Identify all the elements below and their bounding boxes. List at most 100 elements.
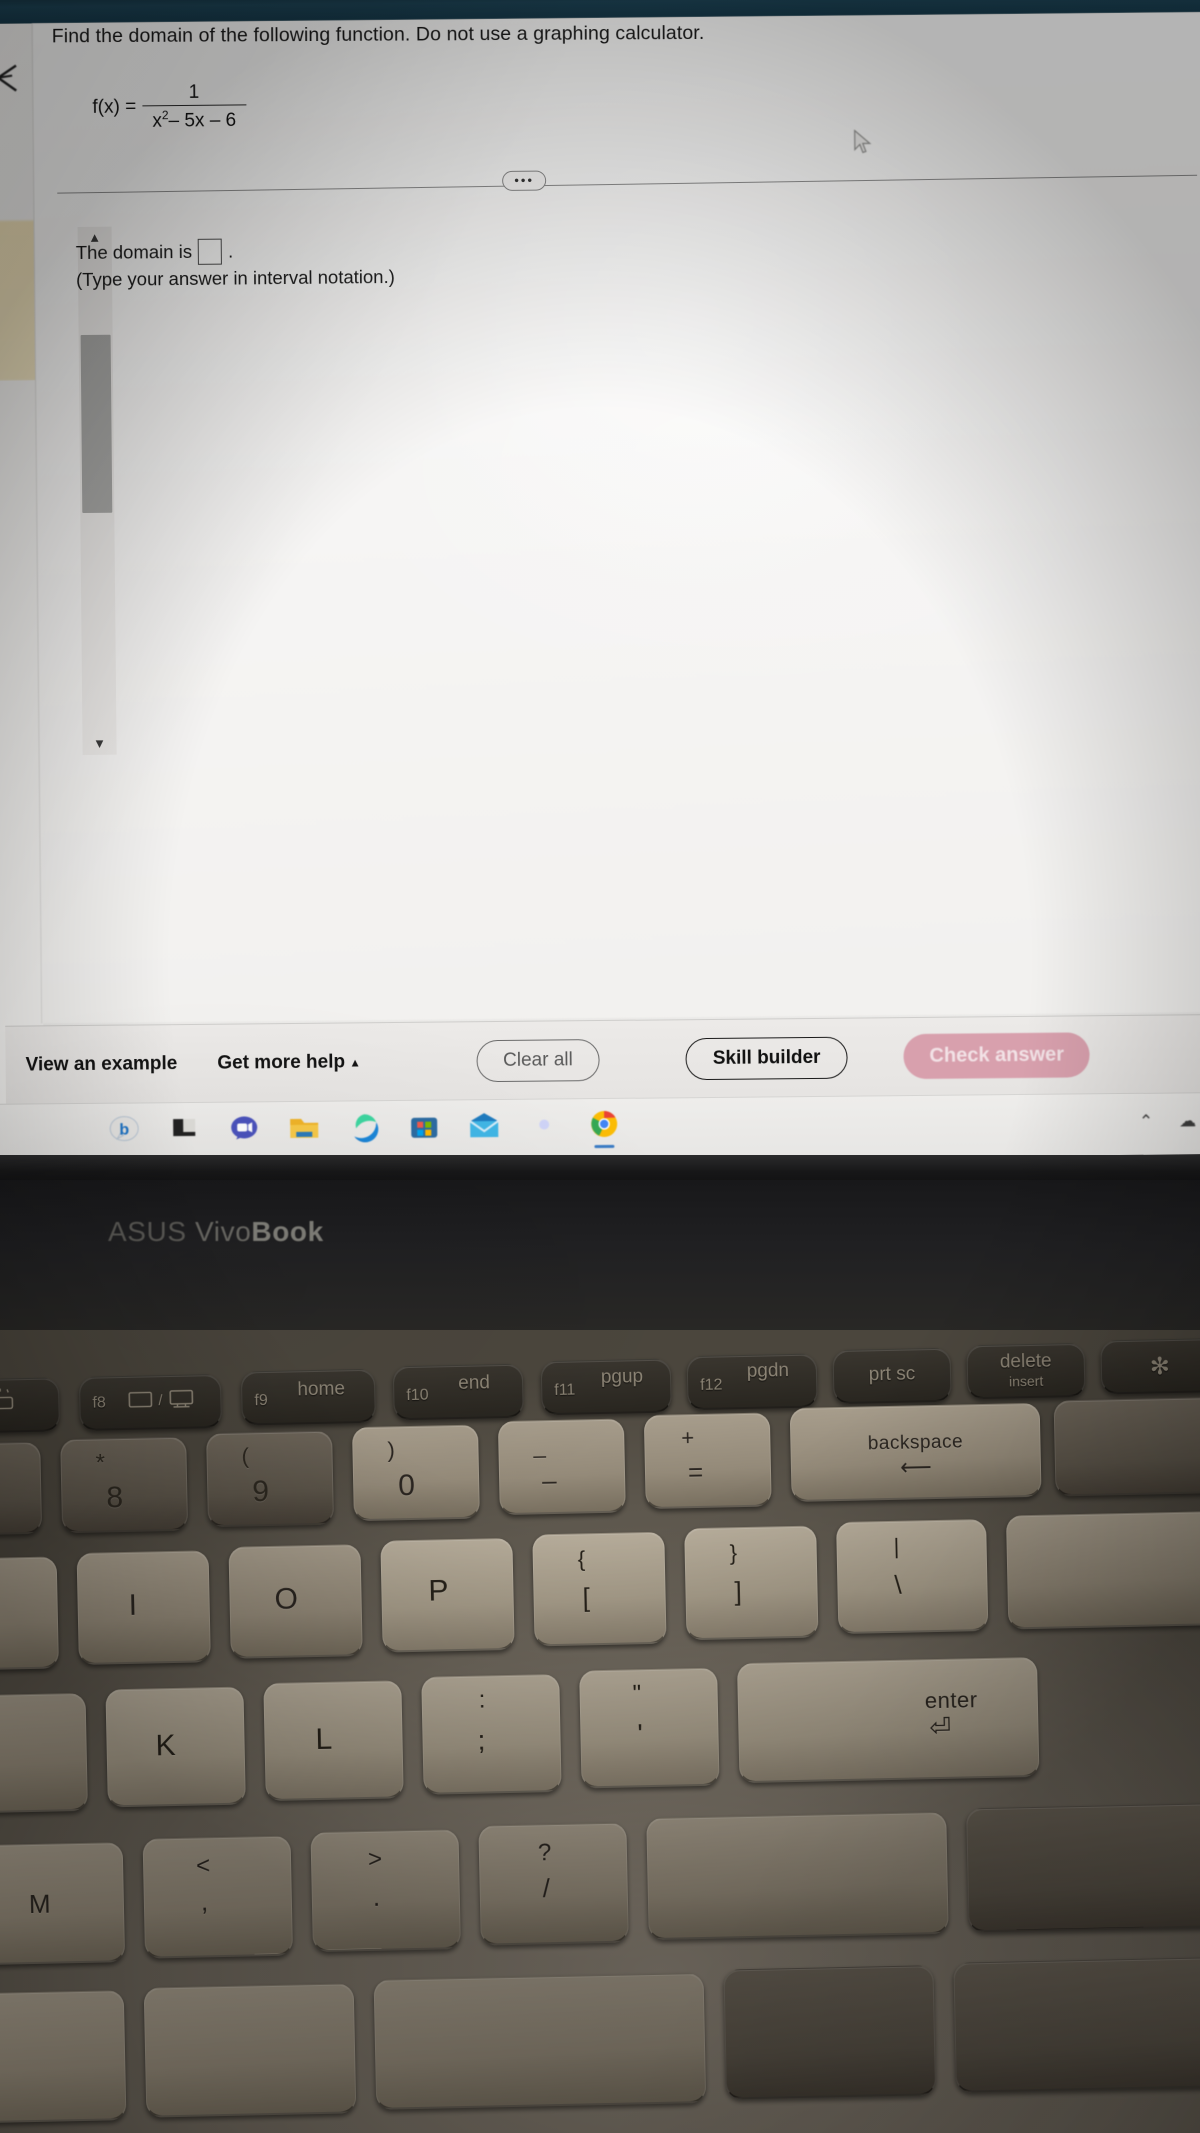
svg-text:/: / (158, 1392, 163, 1409)
key-k-label: K (155, 1728, 176, 1763)
formula-denominator: x2– 5x – 6 (142, 106, 246, 133)
key-f12[interactable]: f12 pgdn (686, 1353, 818, 1411)
key-o-label: O (274, 1582, 299, 1616)
key-f11[interactable]: f11 pgup (540, 1358, 672, 1416)
show-hidden-icons-icon[interactable]: ⌃ (1139, 1112, 1153, 1132)
key-j[interactable]: J (0, 1692, 88, 1814)
get-more-help-button[interactable]: Get more help ▴ (217, 1051, 358, 1074)
key-8-label: 8 (106, 1481, 124, 1515)
key-brace-left-label: { (577, 1546, 586, 1572)
file-explorer-icon[interactable] (286, 1110, 322, 1146)
key-backspace[interactable]: backspace ⟵ (789, 1402, 1042, 1503)
key-bracket-right[interactable]: ] } (684, 1525, 819, 1641)
key-u[interactable]: U (0, 1556, 59, 1672)
key-f9-sub-label: home (297, 1378, 346, 1401)
brand-book: Book (251, 1216, 324, 1247)
key-8[interactable]: 8 * (60, 1436, 189, 1534)
key-insert-label: insert (1008, 1372, 1044, 1390)
answer-input[interactable] (197, 238, 223, 265)
key-p[interactable]: P (380, 1537, 515, 1653)
microsoft-store-icon[interactable] (406, 1109, 442, 1145)
key-7[interactable]: 7 & (0, 1441, 43, 1537)
key-arrow-cluster[interactable] (953, 1956, 1200, 2093)
key-underscore-label: _ (533, 1433, 546, 1459)
mail-icon[interactable] (466, 1108, 502, 1144)
key-prtsc[interactable]: prt sc (832, 1347, 952, 1405)
skill-builder-button[interactable]: Skill builder (685, 1036, 848, 1080)
laptop-hinge (0, 1155, 1200, 1183)
key-delete-label: delete (999, 1350, 1052, 1373)
key-f12-sub-label: pgdn (746, 1360, 790, 1382)
key-enter[interactable]: enter ⏎ (737, 1656, 1040, 1784)
key-semicolon-label: ; (477, 1724, 486, 1756)
active-app-indicator (594, 1144, 615, 1149)
formula-lhs: f(x) = (92, 96, 137, 119)
key-arrow-up[interactable] (966, 1802, 1200, 1933)
onedrive-icon[interactable]: ☁ (1179, 1111, 1196, 1131)
key-plus-label: + (681, 1425, 695, 1451)
key-slash[interactable]: / ? (478, 1822, 629, 1946)
key-m-label: M (28, 1888, 51, 1920)
key-delete[interactable]: delete insert (966, 1342, 1086, 1400)
key-quote-label: ' (637, 1718, 644, 1750)
action-bar: View an example Get more help ▴ Clear al… (5, 1014, 1200, 1104)
key-f10[interactable]: f10 end (392, 1363, 524, 1421)
clear-all-button[interactable]: Clear all (475, 1038, 600, 1082)
key-power[interactable]: ✻ (1100, 1338, 1200, 1395)
microsoft-365-icon[interactable] (526, 1107, 562, 1143)
key-0[interactable]: 0 ) (351, 1424, 480, 1522)
key-home-nav[interactable] (1053, 1396, 1200, 1497)
view-an-example-button[interactable]: View an example (25, 1053, 177, 1076)
key-p-label: P (428, 1574, 449, 1608)
answer-line: The domain is . (76, 238, 234, 267)
function-formula: f(x) = 1 x2– 5x – 6 (92, 81, 247, 133)
bing-chat-icon[interactable]: b (106, 1111, 142, 1147)
key-quote[interactable]: ' " (579, 1667, 720, 1789)
key-pipe-label: | (893, 1533, 900, 1559)
key-colon-label: : (478, 1686, 486, 1714)
key-m[interactable]: M (0, 1842, 126, 1966)
key-alt-right[interactable] (723, 1965, 937, 2100)
back-arrow-icon[interactable] (0, 57, 28, 101)
key-semicolon[interactable]: ; : (421, 1673, 562, 1795)
key-enter-label: enter (924, 1687, 978, 1714)
key-space[interactable] (373, 1972, 707, 2110)
keyboard-backlight-icon (0, 1388, 41, 1419)
scrollbar-thumb[interactable] (80, 334, 113, 513)
key-power-label: ✻ (1149, 1353, 1171, 1381)
key-l-label: L (315, 1722, 333, 1757)
key-equals[interactable]: = + (643, 1412, 772, 1510)
key-f7[interactable]: f7 (0, 1377, 61, 1435)
key-9[interactable]: 9 ( (206, 1430, 335, 1528)
key-minus-label: – (541, 1464, 557, 1496)
key-backslash[interactable]: \ | (836, 1518, 989, 1635)
google-chrome-icon[interactable] (586, 1107, 622, 1149)
key-double-quote-label: " (632, 1680, 642, 1708)
key-minus[interactable]: – _ (497, 1418, 626, 1516)
scroll-down-icon[interactable]: ▼ (82, 733, 116, 755)
task-view-icon[interactable] (166, 1111, 202, 1147)
key-shift-right[interactable] (646, 1811, 949, 1941)
key-f9[interactable]: f9 home (240, 1368, 376, 1426)
caret-up-icon: ▴ (352, 1054, 359, 1069)
key-bracket-left[interactable]: [ { (532, 1531, 667, 1647)
key-equals-label: = (687, 1456, 704, 1488)
key-i[interactable]: I (76, 1550, 211, 1665)
key-ctrl-left[interactable] (0, 1990, 127, 2125)
key-bracket-right-label: ] (734, 1576, 743, 1607)
key-0-sub-label: ) (387, 1437, 396, 1463)
microsoft-edge-icon[interactable] (346, 1109, 382, 1145)
key-comma[interactable]: , < (142, 1835, 294, 1959)
more-options-button[interactable]: ••• (502, 170, 547, 191)
check-answer-button[interactable]: Check answer (903, 1032, 1091, 1080)
key-o[interactable]: O (228, 1544, 363, 1659)
key-period[interactable]: . > (310, 1829, 461, 1953)
key-nav-right-top[interactable] (1005, 1510, 1200, 1630)
teams-chat-icon[interactable] (226, 1110, 262, 1146)
key-k[interactable]: K (105, 1686, 246, 1808)
key-l[interactable]: L (263, 1680, 404, 1802)
key-fn[interactable] (143, 1983, 357, 2118)
key-f8[interactable]: f8 / (78, 1373, 222, 1431)
background-window-edge (0, 220, 38, 382)
key-less-than-label: < (195, 1852, 211, 1880)
